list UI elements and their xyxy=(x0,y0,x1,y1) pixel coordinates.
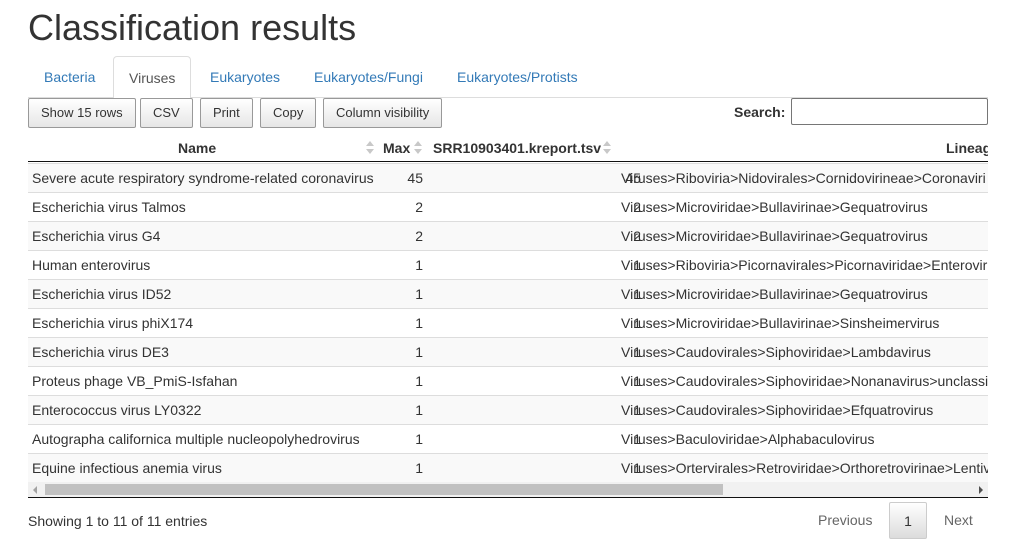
entries-info: Showing 1 to 11 of 11 entries xyxy=(28,513,208,529)
column-visibility-button[interactable]: Column visibility xyxy=(323,98,443,128)
scroll-left-icon[interactable] xyxy=(33,486,37,494)
cell-max: 1 xyxy=(415,286,423,302)
copy-button[interactable]: Copy xyxy=(260,98,317,128)
table-row[interactable]: Severe acute respiratory syndrome-relate… xyxy=(28,163,988,192)
tab-eukaryotes-fungi[interactable]: Eukaryotes/Fungi xyxy=(299,56,438,98)
horizontal-scrollbar[interactable] xyxy=(28,482,988,497)
column-header-max[interactable]: Max xyxy=(383,140,410,156)
cell-name: Proteus phage VB_PmiS-Isfahan xyxy=(32,373,238,389)
results-table: Name Max SRR10903401.kreport.tsv Lineag … xyxy=(28,134,988,482)
cell-name: Escherichia virus G4 xyxy=(32,228,161,244)
cell-max: 1 xyxy=(415,402,423,418)
table-row[interactable]: Equine infectious anemia virus 1 1 Viruses>… xyxy=(28,453,988,482)
table-header: Name Max SRR10903401.kreport.tsv Lineag xyxy=(28,134,988,162)
previous-button[interactable]: Previous xyxy=(806,502,884,539)
cell-name: Escherichia virus phiX174 xyxy=(32,315,194,331)
cell-lineage: Viruses>Caudovirales>Siphoviridae>Efquat… xyxy=(621,402,934,418)
cell-lineage: Viruses>Baculoviridae>Alphabaculovirus xyxy=(621,431,875,447)
scrollbar-thumb[interactable] xyxy=(45,484,723,495)
cell-name: Equine infectious anemia virus xyxy=(32,460,222,476)
cell-max: 1 xyxy=(415,373,423,389)
table-row[interactable]: Escherichia virus ID52 1 1 Viruses>Microvir… xyxy=(28,279,988,308)
table-row[interactable]: Proteus phage VB_PmiS-Isfahan 1 1 Viruses>C… xyxy=(28,366,988,395)
table-row[interactable]: Escherichia virus Talmos 2 2 Viruses>Microv… xyxy=(28,192,988,221)
cell-name: Escherichia virus Talmos xyxy=(32,199,186,215)
cell-lineage: Viruses>Ortervirales>Retroviridae>Orthor… xyxy=(621,460,988,476)
cell-max: 1 xyxy=(415,315,423,331)
table-row[interactable]: Escherichia virus DE3 1 1 Viruses>Caudovira… xyxy=(28,337,988,366)
search-label: Search: xyxy=(734,104,786,120)
table-row[interactable]: Autographa californica multiple nucleopo… xyxy=(28,424,988,453)
tab-eukaryotes-protists[interactable]: Eukaryotes/Protists xyxy=(442,56,593,98)
table-row[interactable]: Human enterovirus 1 1 Viruses>Riboviria>Pic… xyxy=(28,250,988,279)
cell-name: Escherichia virus ID52 xyxy=(32,286,172,302)
next-button[interactable]: Next xyxy=(932,502,985,539)
cell-max: 1 xyxy=(415,257,423,273)
column-header-name[interactable]: Name xyxy=(178,140,216,156)
cell-max: 45 xyxy=(407,170,423,186)
cell-lineage: Viruses>Microviridae>Bullavirinae>Gequat… xyxy=(621,199,928,215)
column-header-srr[interactable]: SRR10903401.kreport.tsv xyxy=(433,140,601,156)
cell-lineage: Viruses>Microviridae>Bullavirinae>Gequat… xyxy=(621,228,928,244)
sort-icon[interactable] xyxy=(603,141,611,155)
tab-viruses[interactable]: Viruses xyxy=(113,56,192,99)
cell-name: Enterococcus virus LY0322 xyxy=(32,402,202,418)
tab-bar: Bacteria Viruses Eukaryotes Eukaryotes/F… xyxy=(28,56,988,99)
show-rows-button[interactable]: Show 15 rows xyxy=(28,98,136,128)
cell-lineage: Viruses>Microviridae>Bullavirinae>Gequat… xyxy=(621,286,928,302)
page-title: Classification results xyxy=(28,7,357,48)
search-input[interactable] xyxy=(791,98,988,125)
cell-max: 1 xyxy=(415,344,423,360)
sort-icon[interactable] xyxy=(414,141,422,155)
cell-max: 2 xyxy=(415,199,423,215)
print-button[interactable]: Print xyxy=(200,98,253,128)
csv-button[interactable]: CSV xyxy=(140,98,193,128)
tab-bacteria[interactable]: Bacteria xyxy=(29,56,110,98)
cell-lineage: Viruses>Caudovirales>Siphoviridae>Nonana… xyxy=(621,373,988,389)
tab-eukaryotes[interactable]: Eukaryotes xyxy=(195,56,295,98)
table-row[interactable]: Escherichia virus phiX174 1 1 Viruses>Micro… xyxy=(28,308,988,337)
table-row[interactable]: Escherichia virus G4 2 2 Viruses>Microvirid… xyxy=(28,221,988,250)
cell-max: 1 xyxy=(415,431,423,447)
cell-name: Escherichia virus DE3 xyxy=(32,344,169,360)
table-bottom-border xyxy=(28,497,988,498)
scroll-right-icon[interactable] xyxy=(979,486,983,494)
cell-max: 2 xyxy=(415,228,423,244)
column-header-lineage[interactable]: Lineag xyxy=(946,140,988,156)
cell-name: Human enterovirus xyxy=(32,257,151,273)
cell-lineage: Viruses>Caudovirales>Siphoviridae>Lambda… xyxy=(621,344,931,360)
cell-name: Severe acute respiratory syndrome-relate… xyxy=(32,170,374,186)
cell-lineage: Viruses>Riboviria>Picornavirales>Picorna… xyxy=(621,257,988,273)
cell-lineage: Viruses>Riboviria>Nidovirales>Cornidovir… xyxy=(621,170,986,186)
table-row[interactable]: Enterococcus virus LY0322 1 1 Viruses>Caudo… xyxy=(28,395,988,424)
sort-icon[interactable] xyxy=(366,141,374,155)
page-1-button[interactable]: 1 xyxy=(889,502,927,539)
cell-lineage: Viruses>Microviridae>Bullavirinae>Sinshe… xyxy=(621,315,940,331)
cell-max: 1 xyxy=(415,460,423,476)
cell-name: Autographa californica multiple nucleopo… xyxy=(32,431,360,447)
